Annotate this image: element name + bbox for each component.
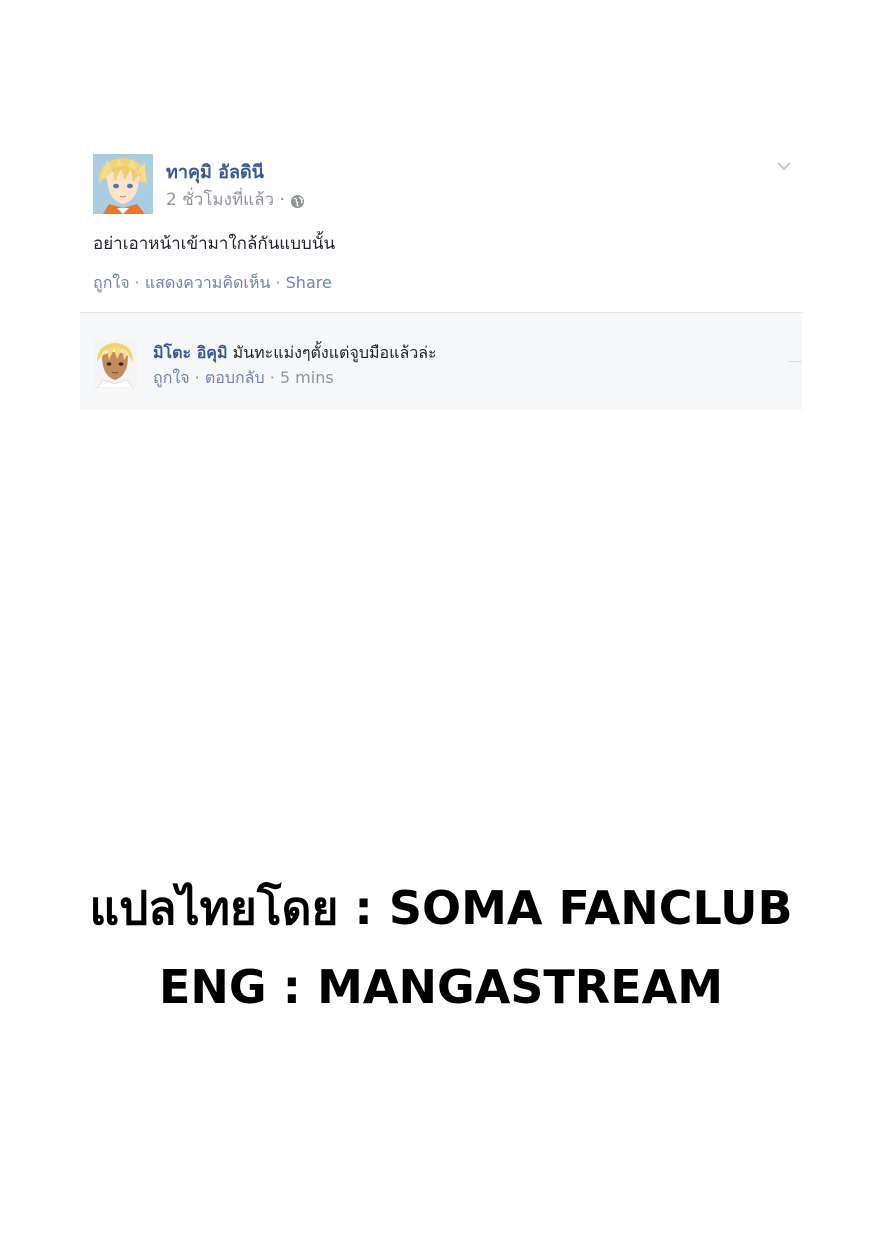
comment-body: มันทะแม่งๆตั้งแต่จูบมือแล้วล่ะ <box>227 343 437 362</box>
divider <box>788 361 802 362</box>
comment-actions: ถูกใจ · ตอบกลับ · 5 mins <box>153 366 334 391</box>
like-link[interactable]: ถูกใจ <box>93 273 130 292</box>
share-link[interactable]: Share <box>286 273 332 292</box>
action-separator: · <box>189 368 205 387</box>
comment-section: มิโตะ อิคุมิ มันทะแม่งๆตั้งแต่จูบมือแล้ว… <box>80 312 802 410</box>
globe-icon <box>290 194 305 209</box>
action-separator: · <box>270 273 286 292</box>
post-text: อย่าเอาหน้าเข้ามาใกล้กันแบบนั้น <box>93 234 336 254</box>
post-meta: 2 ชั่วโมงที่แล้ว · <box>166 186 305 213</box>
source-credit: ENG : MANGASTREAM <box>158 960 724 1014</box>
commenter-avatar[interactable] <box>93 340 137 388</box>
post-header: ทาคุมิ อัลดินี 2 ชั่วโมงที่แล้ว · <box>80 143 802 219</box>
post-timestamp[interactable]: 2 ชั่วโมงที่แล้ว · <box>166 186 285 213</box>
comment-timestamp[interactable]: 5 mins <box>280 368 334 387</box>
author-avatar[interactable] <box>93 154 153 214</box>
chevron-down-icon[interactable] <box>776 157 792 171</box>
comment-author[interactable]: มิโตะ อิคุมิ <box>153 343 228 362</box>
translator-credit: แปลไทยโดย : SOMA FANCLUB <box>89 881 793 935</box>
comment-link[interactable]: แสดงความคิดเห็น <box>145 273 271 292</box>
post-actions: ถูกใจ · แสดงความคิดเห็น · Share <box>93 271 332 296</box>
reply-link[interactable]: ตอบกลับ <box>205 368 265 387</box>
author-name[interactable]: ทาคุมิ อัลดินี <box>166 157 264 186</box>
post-card: ทาคุมิ อัลดินี 2 ชั่วโมงที่แล้ว · อย่าเอ… <box>80 143 802 292</box>
action-separator: · <box>129 273 145 292</box>
comment-like-link[interactable]: ถูกใจ <box>153 368 190 387</box>
action-separator: · <box>264 368 280 387</box>
comment-text: มิโตะ อิคุมิ มันทะแม่งๆตั้งแต่จูบมือแล้ว… <box>153 341 437 366</box>
